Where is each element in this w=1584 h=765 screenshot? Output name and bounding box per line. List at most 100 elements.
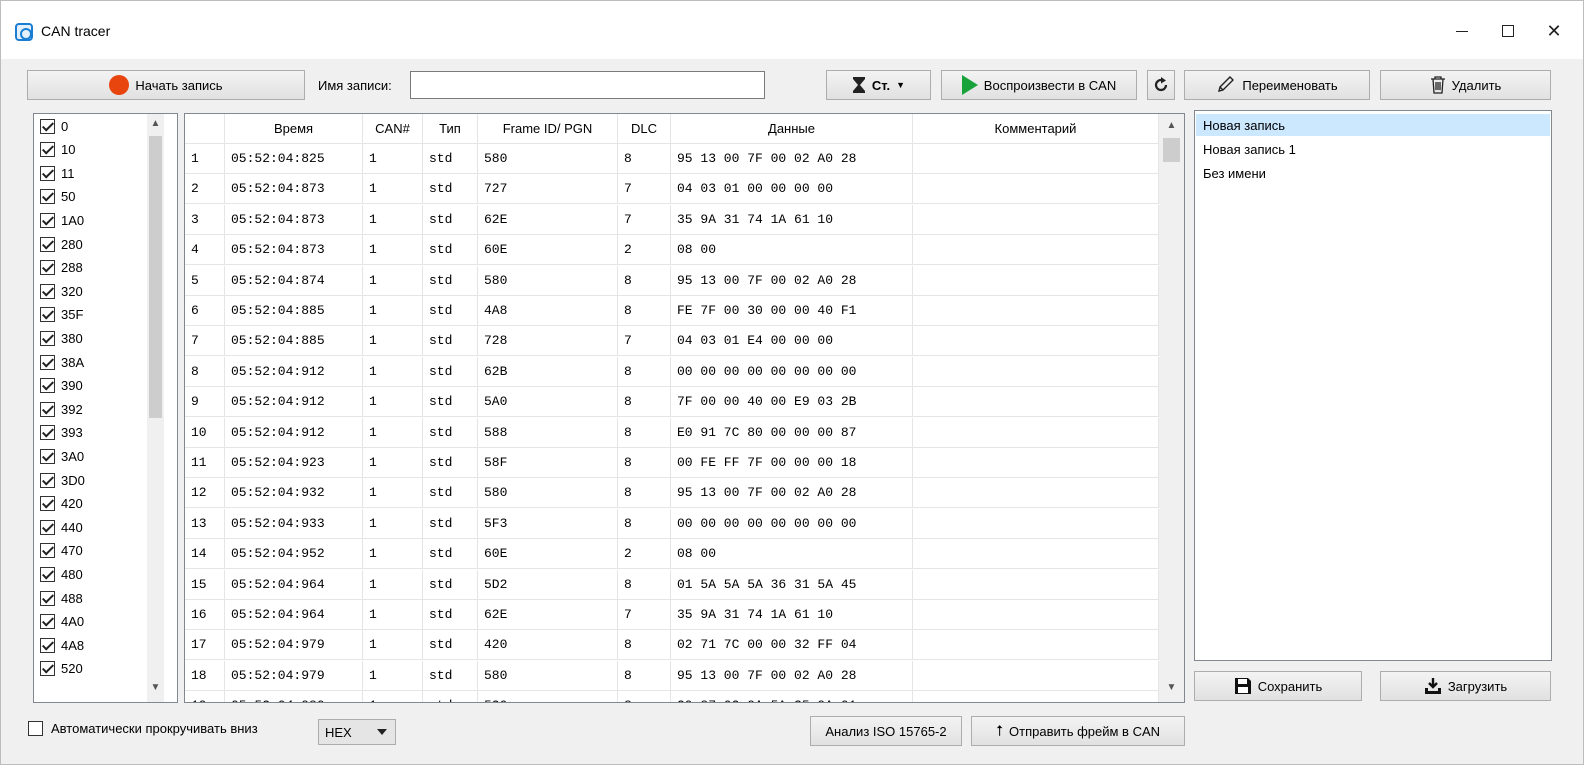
table-row[interactable]: 12 05:52:04:932 1 std 580 8 95 13 00 7F 00 02 … xyxy=(185,478,1159,509)
table-row[interactable]: 15 05:52:04:964 1 std 5D2 8 01 5A 5A 5A 36 31 … xyxy=(185,569,1159,600)
scroll-down-icon[interactable]: ▼ xyxy=(147,682,164,693)
filter-item[interactable]: 488 xyxy=(40,588,83,608)
table-row[interactable]: 6 05:52:04:885 1 std 4A8 8 FE 7F 00 30 00 00 4… xyxy=(185,296,1159,326)
cell-comment[interactable] xyxy=(913,569,1159,600)
filter-item[interactable]: 392 xyxy=(40,399,83,419)
filter-item[interactable]: 50 xyxy=(40,187,75,207)
cell-comment[interactable] xyxy=(913,660,1159,691)
filter-item[interactable]: 4A8 xyxy=(40,635,84,655)
filter-checkbox[interactable] xyxy=(40,378,55,394)
filter-checkbox[interactable] xyxy=(40,401,55,417)
cell-comment[interactable] xyxy=(913,539,1159,570)
autoscroll-checkbox-box[interactable] xyxy=(28,721,43,736)
time-format-dropdown[interactable]: Ст. ▼ xyxy=(826,70,931,100)
table-row[interactable]: 5 05:52:04:874 1 std 580 8 95 13 00 7F 00 02 A… xyxy=(185,265,1159,296)
start-record-button[interactable]: Начать запись xyxy=(27,70,305,100)
record-name-input[interactable] xyxy=(410,71,765,99)
filter-checkbox[interactable] xyxy=(40,590,55,606)
filter-item[interactable]: 280 xyxy=(40,234,83,254)
table-row[interactable]: 3 05:52:04:873 1 std 62E 7 35 9A 31 74 1A 61 1… xyxy=(185,204,1159,235)
filter-item[interactable]: 390 xyxy=(40,376,83,396)
table-row[interactable]: 2 05:52:04:873 1 std 727 7 04 03 01 00 00 00 0… xyxy=(185,174,1159,205)
table-row[interactable]: 14 05:52:04:952 1 std 60E 2 08 00 xyxy=(185,539,1159,570)
column-header-type[interactable]: Тип xyxy=(423,114,478,144)
data-format-select[interactable]: HEX xyxy=(318,719,396,745)
send-frame-button[interactable]: ⭡ Отправить фрейм в CAN xyxy=(971,716,1185,746)
cell-comment[interactable] xyxy=(913,356,1159,387)
cell-comment[interactable] xyxy=(913,174,1159,205)
table-row[interactable]: 10 05:52:04:912 1 std 588 8 E0 91 7C 80 00 00 … xyxy=(185,417,1159,448)
table-scroll-down-icon[interactable]: ▼ xyxy=(1163,682,1180,693)
filter-scroll-thumb[interactable] xyxy=(149,136,162,418)
table-row[interactable]: 16 05:52:04:964 1 std 62E 7 35 9A 31 74 1A 61 … xyxy=(185,600,1159,630)
maximize-button[interactable] xyxy=(1485,11,1531,51)
filter-checkbox[interactable] xyxy=(40,637,55,653)
rename-button[interactable]: Переименовать xyxy=(1184,70,1370,100)
table-row[interactable]: 11 05:52:04:923 1 std 58F 8 00 FE FF 7F 00 00 … xyxy=(185,448,1159,478)
filter-item[interactable]: 1A0 xyxy=(40,210,84,230)
filter-item[interactable]: 35F xyxy=(40,305,83,325)
filter-checkbox[interactable] xyxy=(40,118,55,134)
cell-comment[interactable] xyxy=(913,448,1159,478)
filter-item[interactable]: 0 xyxy=(40,116,68,136)
table-row[interactable]: 18 05:52:04:979 1 std 580 8 95 13 00 7F 00 02 … xyxy=(185,660,1159,691)
cell-comment[interactable] xyxy=(913,326,1159,357)
cell-comment[interactable] xyxy=(913,204,1159,235)
table-row[interactable]: 1905:52:04:9801std520829 87 02 9A 5A 35 … xyxy=(185,691,1159,702)
filter-checkbox[interactable] xyxy=(40,307,55,323)
autoscroll-checkbox[interactable]: Автоматически прокручивать вниз xyxy=(28,721,258,736)
filter-checkbox[interactable] xyxy=(40,260,55,276)
column-header-comment[interactable]: Комментарий xyxy=(913,114,1159,144)
filter-checkbox[interactable] xyxy=(40,354,55,370)
filter-item[interactable]: 470 xyxy=(40,541,83,561)
filter-item[interactable]: 11 xyxy=(40,163,75,183)
filter-item[interactable]: 393 xyxy=(40,423,83,443)
cell-comment[interactable] xyxy=(913,508,1159,539)
cell-comment[interactable] xyxy=(913,144,1159,174)
filter-item[interactable]: 440 xyxy=(40,517,83,537)
filter-checkbox[interactable] xyxy=(40,496,55,512)
record-item[interactable]: Новая запись xyxy=(1196,114,1550,136)
filter-checkbox[interactable] xyxy=(40,142,55,158)
filter-item[interactable]: 10 xyxy=(40,140,75,160)
load-button[interactable]: Загрузить xyxy=(1380,671,1551,701)
table-row[interactable]: 17 05:52:04:979 1 std 420 8 02 71 7C 00 00 32 … xyxy=(185,630,1159,661)
filter-checkbox[interactable] xyxy=(40,236,55,252)
filter-item[interactable]: 38A xyxy=(40,352,84,372)
filter-checkbox[interactable] xyxy=(40,283,55,299)
cell-comment[interactable] xyxy=(913,630,1159,661)
close-button[interactable]: ✕ xyxy=(1531,11,1577,51)
filter-checkbox[interactable] xyxy=(40,519,55,535)
filter-item[interactable]: 320 xyxy=(40,281,83,301)
delete-button[interactable]: Удалить xyxy=(1380,70,1551,100)
filter-checkbox[interactable] xyxy=(40,543,55,559)
filter-checkbox[interactable] xyxy=(40,165,55,181)
filter-checkbox[interactable] xyxy=(40,614,55,630)
table-scroll-thumb[interactable] xyxy=(1163,138,1180,162)
table-row[interactable]: 8 05:52:04:912 1 std 62B 8 00 00 00 00 00 00 0… xyxy=(185,356,1159,387)
column-header-data[interactable]: Данные xyxy=(671,114,913,144)
table-row[interactable]: 7 05:52:04:885 1 std 728 7 04 03 01 E4 00 00 0… xyxy=(185,326,1159,357)
filter-checkbox[interactable] xyxy=(40,448,55,464)
filter-checkbox[interactable] xyxy=(40,212,55,228)
record-item[interactable]: Без имени xyxy=(1196,162,1550,184)
column-header-time[interactable]: Время xyxy=(225,114,363,144)
column-header-dlc[interactable]: DLC xyxy=(618,114,671,144)
filter-item[interactable]: 380 xyxy=(40,328,83,348)
cell-comment[interactable] xyxy=(913,265,1159,296)
filter-item[interactable]: 520 xyxy=(40,659,83,679)
scroll-up-icon[interactable]: ▲ xyxy=(147,118,164,129)
filter-item[interactable]: 4A0 xyxy=(40,612,84,632)
cell-comment[interactable] xyxy=(913,235,1159,266)
table-row[interactable]: 4 05:52:04:873 1 std 60E 2 08 00 xyxy=(185,235,1159,266)
filter-checkbox[interactable] xyxy=(40,425,55,441)
filter-scrollbar[interactable]: ▲ ▼ xyxy=(147,114,164,702)
cell-comment[interactable] xyxy=(913,478,1159,509)
cell-comment[interactable] xyxy=(913,387,1159,418)
table-scroll-up-icon[interactable]: ▲ xyxy=(1163,120,1180,131)
save-button[interactable]: Сохранить xyxy=(1194,671,1362,701)
cell-comment[interactable] xyxy=(913,417,1159,448)
column-header-frame-id[interactable]: Frame ID/ PGN xyxy=(478,114,618,144)
filter-checkbox[interactable] xyxy=(40,566,55,582)
filter-item[interactable]: 3D0 xyxy=(40,470,85,490)
